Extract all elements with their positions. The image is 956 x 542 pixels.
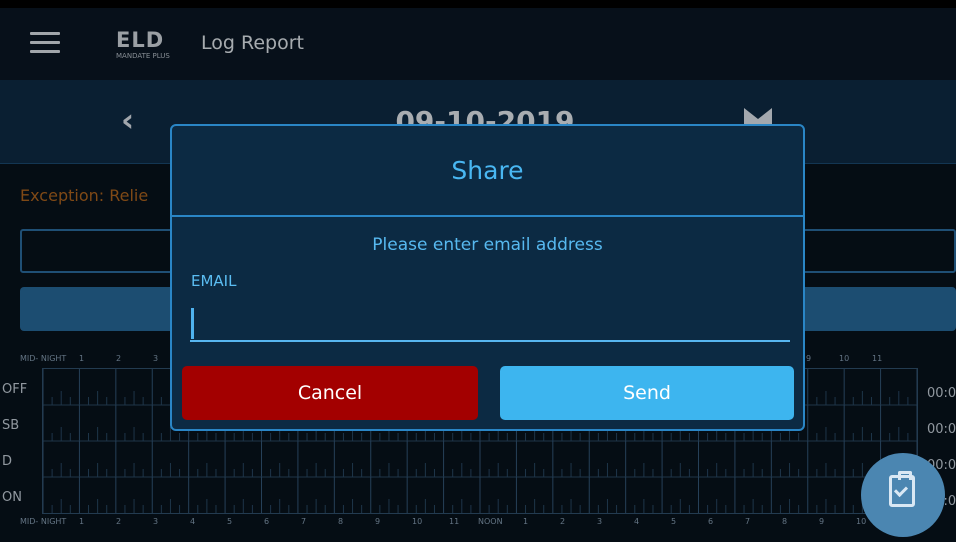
dialog-title: Share — [451, 156, 524, 185]
send-button[interactable]: Send — [500, 366, 794, 420]
email-label: EMAIL — [191, 272, 237, 290]
text-cursor — [191, 308, 194, 339]
dialog-message: Please enter email address — [372, 235, 603, 255]
cancel-button[interactable]: Cancel — [182, 366, 478, 420]
share-dialog: Share Please enter email address EMAIL C… — [170, 124, 805, 431]
clipboard-check-icon — [889, 471, 915, 507]
email-field[interactable] — [190, 297, 790, 342]
fab-button[interactable] — [861, 453, 945, 537]
dialog-divider — [172, 215, 803, 217]
